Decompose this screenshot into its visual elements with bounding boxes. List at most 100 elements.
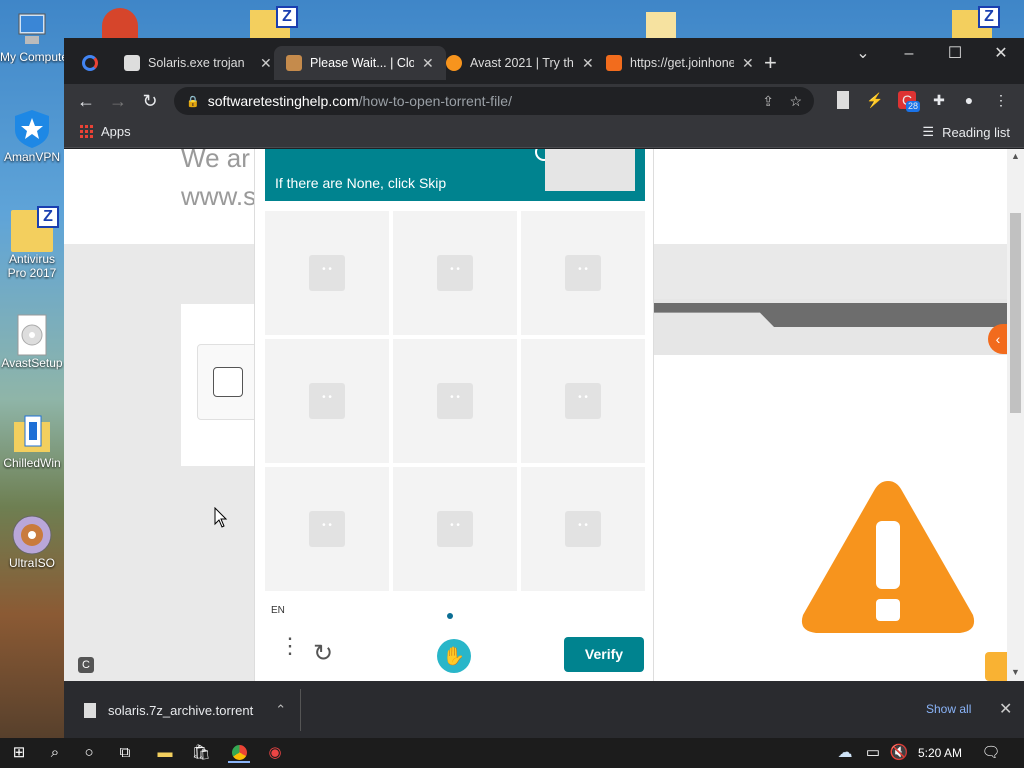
captcha-tile[interactable]: [521, 467, 645, 591]
tab-title: https://get.joinhoney: [630, 56, 734, 70]
reading-list-button[interactable]: ☰ Reading list: [922, 124, 1010, 140]
close-icon[interactable]: ✕: [260, 55, 272, 72]
z-badge-icon: Z: [978, 6, 1000, 28]
captcha-tile[interactable]: [393, 339, 517, 463]
network-icon[interactable]: ▭: [862, 743, 884, 763]
share-icon[interactable]: ⇪: [762, 93, 774, 110]
avast-icon: [446, 55, 462, 71]
close-icon[interactable]: ✕: [742, 55, 754, 72]
back-button[interactable]: ←: [74, 89, 98, 113]
tab-title: Solaris.exe trojan: [148, 56, 245, 70]
language-selector[interactable]: EN: [271, 605, 285, 616]
captcha-tile[interactable]: [265, 339, 389, 463]
folder-icon: Z: [11, 206, 59, 252]
desktop-icon-antivirus[interactable]: Z Antivirus Pro 2017: [0, 206, 64, 280]
show-all-link[interactable]: Show all: [926, 702, 971, 716]
folder-doc-icon: [11, 414, 53, 456]
tab-title: Avast 2021 | Try th: [470, 56, 574, 70]
google-icon[interactable]: [82, 55, 98, 71]
new-tab-button[interactable]: +: [764, 52, 777, 74]
tab-please-wait[interactable]: Please Wait... | Cloudflare ✕: [274, 46, 446, 80]
url-domain: softwaretestinghelp.com: [207, 93, 359, 109]
chrome-icon[interactable]: [228, 743, 250, 763]
human-checkbox[interactable]: [213, 367, 243, 397]
desktop-icon-chilledwin[interactable]: ChilledWin: [0, 414, 64, 470]
mouse-cursor-icon: [214, 507, 228, 528]
captcha-tile[interactable]: [265, 467, 389, 591]
tab-solaris[interactable]: Solaris.exe trojan ✕: [112, 46, 284, 80]
vertical-scrollbar[interactable]: ▲ ▼: [1007, 149, 1024, 681]
captcha-tile[interactable]: [521, 211, 645, 335]
disc-file-icon: [11, 314, 53, 356]
download-item[interactable]: solaris.7z_archive.torrent ⌃: [84, 695, 286, 725]
verify-button[interactable]: Verify: [564, 637, 644, 672]
image-placeholder-icon: [437, 383, 473, 419]
apps-grid-icon: [80, 125, 93, 138]
url-path: /how-to-open-torrent-file/: [358, 93, 512, 109]
captcha-tile[interactable]: [521, 339, 645, 463]
tab-avast[interactable]: Avast 2021 | Try th ✕: [434, 46, 606, 80]
image-placeholder-icon: [437, 511, 473, 547]
cloud-icon[interactable]: ☁: [834, 743, 856, 763]
volume-muted-icon[interactable]: 🔇: [888, 743, 910, 763]
tab-joinhoney[interactable]: https://get.joinhoney ✕: [594, 46, 766, 80]
refresh-icon[interactable]: ↻: [313, 642, 337, 666]
z-badge-icon: Z: [37, 206, 59, 228]
windows-start-icon[interactable]: ⊞: [8, 743, 30, 763]
reading-list-label: Reading list: [942, 124, 1010, 140]
file-explorer-icon[interactable]: ▬: [154, 743, 176, 763]
file-icon: [84, 702, 96, 718]
maximize-button[interactable]: ☐: [932, 42, 978, 66]
search-icon[interactable]: ⌕: [44, 743, 66, 763]
folder-icon[interactable]: Z: [952, 6, 1000, 38]
image-placeholder-icon: [309, 383, 345, 419]
image-placeholder-icon: [565, 383, 601, 419]
close-window-button[interactable]: ✕: [978, 42, 1024, 66]
captcha-menu-icon[interactable]: ⋮: [279, 635, 301, 657]
reload-button[interactable]: ↻: [138, 89, 162, 113]
cortana-icon[interactable]: ○: [78, 743, 100, 763]
close-icon[interactable]: ✕: [422, 55, 434, 72]
desktop-icon-my-computer[interactable]: My Computer: [0, 8, 64, 64]
extension-doc-icon[interactable]: [837, 91, 849, 109]
profile-icon[interactable]: ●: [960, 91, 978, 109]
cd-icon: [11, 514, 53, 556]
scroll-down-icon[interactable]: ▼: [1007, 667, 1024, 677]
desktop-icon-avastsetup[interactable]: AvastSetup: [0, 314, 64, 370]
folder-icon[interactable]: Z: [250, 6, 298, 38]
clock[interactable]: 5:20 AM: [918, 746, 962, 760]
apps-bookmark[interactable]: Apps: [80, 124, 131, 139]
minimize-button[interactable]: –: [886, 42, 932, 66]
captcha-tile[interactable]: [265, 211, 389, 335]
chevron-up-icon[interactable]: ⌃: [275, 702, 286, 718]
captcha-instruction: If there are None, click Skip: [275, 175, 447, 191]
folder-icon[interactable]: [646, 12, 676, 38]
orange-widget[interactable]: [985, 652, 1007, 681]
c-badge-icon[interactable]: C: [78, 657, 94, 673]
forward-button[interactable]: →: [106, 89, 130, 113]
task-view-icon[interactable]: ⧉: [114, 743, 136, 763]
desktop-icon-ultraiso[interactable]: UltraISO: [0, 514, 64, 570]
ccleaner-icon[interactable]: [102, 8, 138, 38]
captcha-tile[interactable]: [393, 467, 517, 591]
store-icon[interactable]: 🛍: [190, 743, 212, 763]
ccleaner-taskbar-icon[interactable]: ◉: [264, 743, 286, 763]
captcha-header: If there are None, click Skip: [265, 149, 645, 201]
scroll-thumb[interactable]: [1010, 213, 1021, 413]
honey-icon: [606, 55, 622, 71]
scroll-up-icon[interactable]: ▲: [1007, 151, 1024, 161]
image-placeholder-icon: [565, 511, 601, 547]
star-icon[interactable]: ☆: [789, 93, 802, 110]
captcha-tile[interactable]: [393, 211, 517, 335]
navigation-toolbar: ← → ↻ 🔒 softwaretestinghelp.com/how-to-o…: [64, 84, 1024, 118]
close-icon[interactable]: ✕: [999, 699, 1012, 719]
menu-kebab-icon[interactable]: ⋮: [992, 91, 1010, 109]
desktop-icon-amanvpn[interactable]: AmanVPN: [0, 108, 64, 164]
tab-search-button[interactable]: ⌄: [840, 42, 886, 66]
notifications-icon[interactable]: 🗨: [980, 743, 1002, 763]
extension-bolt-icon[interactable]: ⚡: [866, 91, 884, 109]
puzzle-icon[interactable]: ✚: [930, 91, 948, 109]
address-bar[interactable]: 🔒 softwaretestinghelp.com/how-to-open-to…: [174, 87, 814, 115]
close-icon[interactable]: ✕: [582, 55, 594, 72]
extension-c-icon[interactable]: C 28: [898, 91, 921, 112]
